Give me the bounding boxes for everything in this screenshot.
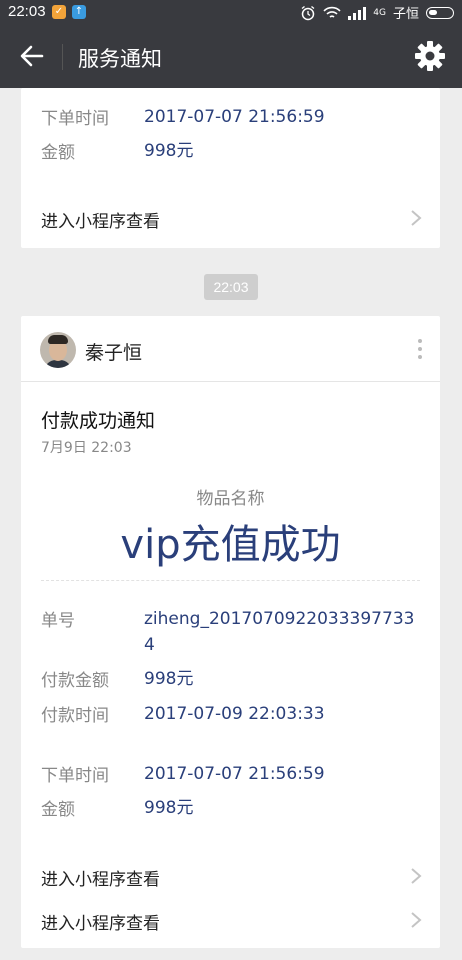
row-value: 2017-07-09 22:03:33 — [144, 704, 325, 724]
row-value: 998元 — [144, 141, 194, 161]
row-label: 付款金额 — [41, 671, 109, 691]
gear-icon[interactable] — [414, 40, 446, 72]
row-value: 998元 — [144, 669, 194, 689]
status-bar: 22:03 ✓ ↑ 4G 子恒 — [0, 0, 462, 26]
more-vertical-icon[interactable] — [416, 336, 424, 364]
sender-name: 秦子恒 — [85, 342, 143, 364]
nav-divider — [62, 44, 63, 70]
row-label: 单号 — [41, 611, 75, 631]
chevron-right-icon — [411, 210, 422, 226]
status-time: 22:03 — [8, 3, 46, 20]
status-right-group: 4G 子恒 — [300, 3, 454, 22]
amount-row: 金额 998元 — [41, 795, 424, 821]
previous-notice-card: 下单时间 2017-07-07 21:56:59 金额 998元 进入小程序查看 — [21, 88, 440, 248]
carrier-name: 子恒 — [392, 7, 419, 22]
nav-bar: 服务通知 — [0, 26, 462, 88]
row-value: 2017-07-07 21:56:59 — [144, 107, 325, 127]
wifi-icon — [323, 6, 341, 18]
link-label: 进入小程序查看 — [41, 870, 160, 890]
notification-app-icon: ✓ — [52, 5, 66, 19]
amount-row: 金额 998元 — [41, 138, 424, 164]
back-arrow-icon[interactable] — [18, 42, 46, 70]
open-miniprogram-link[interactable]: 进入小程序查看 — [21, 854, 440, 898]
network-type: 4G — [373, 7, 386, 18]
row-label: 下单时间 — [41, 109, 109, 129]
notice-date: 7月9日 22:03 — [41, 440, 132, 456]
row-value: ziheng_20170709220333977334 — [144, 609, 415, 655]
order-time-row: 下单时间 2017-07-07 21:56:59 — [41, 104, 424, 130]
payment-amount-row: 付款金额 998元 — [41, 666, 424, 692]
payment-notice-card: 秦子恒 付款成功通知 7月9日 22:03 物品名称 vip充值成功 单号 zi… — [21, 316, 440, 948]
chevron-right-icon — [411, 868, 422, 884]
page-title: 服务通知 — [78, 47, 162, 71]
open-miniprogram-link[interactable]: 进入小程序查看 — [21, 898, 440, 942]
open-miniprogram-link[interactable]: 进入小程序查看 — [21, 196, 440, 240]
dashed-divider — [41, 580, 420, 581]
row-label: 金额 — [41, 143, 75, 163]
item-name-label: 物品名称 — [196, 489, 265, 509]
link-label: 进入小程序查看 — [41, 212, 160, 232]
notice-title: 付款成功通知 — [41, 410, 156, 432]
payment-time-row: 付款时间 2017-07-09 22:03:33 — [41, 701, 424, 727]
order-time-row: 下单时间 2017-07-07 21:56:59 — [41, 761, 424, 787]
avatar[interactable] — [40, 332, 76, 368]
row-value: 2017-07-07 21:56:59 — [144, 764, 325, 784]
order-number-row: 单号 ziheng_20170709220333977334 — [41, 606, 424, 658]
chevron-right-icon — [411, 912, 422, 928]
signal-icon — [348, 6, 367, 20]
card-header: 秦子恒 — [21, 316, 440, 382]
alarm-icon — [301, 5, 315, 20]
item-name-value: vip充值成功 — [120, 522, 341, 568]
row-label: 金额 — [41, 800, 75, 820]
link-label: 进入小程序查看 — [41, 914, 160, 934]
row-label: 付款时间 — [41, 706, 109, 726]
row-value: 998元 — [144, 798, 194, 818]
download-app-icon: ↑ — [72, 5, 86, 19]
message-timestamp: 22:03 — [204, 274, 258, 300]
row-label: 下单时间 — [41, 766, 109, 786]
battery-icon — [426, 6, 454, 19]
